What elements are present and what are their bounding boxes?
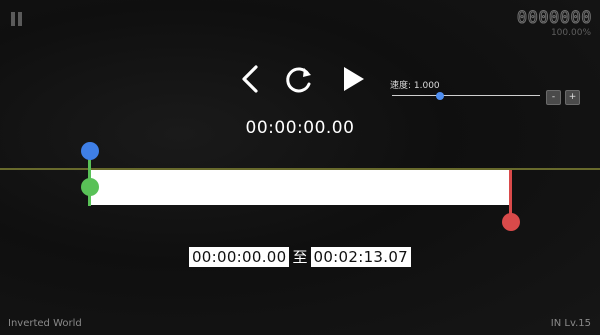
speed-increase-button[interactable]: + (565, 90, 580, 105)
range-times: 00:00:00.00 至 00:02:13.07 (0, 246, 600, 268)
score-display: 0000000 (516, 8, 592, 29)
previous-button[interactable] (236, 62, 270, 96)
pause-icon-left-bar (11, 12, 15, 26)
range-end-handle[interactable] (502, 213, 520, 231)
current-time: 00:00:00.00 (245, 118, 355, 138)
song-title: Inverted World (8, 318, 82, 329)
play-button[interactable] (336, 62, 370, 96)
chevron-left-icon (242, 65, 258, 93)
pause-button[interactable] (10, 12, 24, 26)
difficulty-level: IN Lv.15 (550, 318, 591, 329)
speed-slider-thumb[interactable] (436, 92, 444, 100)
range-start-handle[interactable] (81, 178, 99, 196)
pause-icon-right-bar (18, 12, 22, 26)
range-end-time-field[interactable]: 00:02:13.07 (310, 246, 412, 267)
range-start-time-field[interactable]: 00:00:00.00 (188, 246, 290, 267)
reload-icon (286, 67, 311, 93)
accuracy-display: 100.00% (550, 28, 591, 38)
range-separator: 至 (292, 247, 308, 266)
playhead-handle[interactable] (81, 142, 99, 160)
speed-slider-track[interactable] (392, 95, 540, 96)
speed-decrease-button[interactable]: - (546, 90, 561, 105)
speed-label: 速度: 1.000 (390, 81, 440, 91)
reload-button[interactable] (282, 62, 316, 96)
selected-range-bar[interactable] (90, 170, 511, 205)
playback-controls (236, 62, 366, 96)
play-icon (344, 67, 364, 91)
